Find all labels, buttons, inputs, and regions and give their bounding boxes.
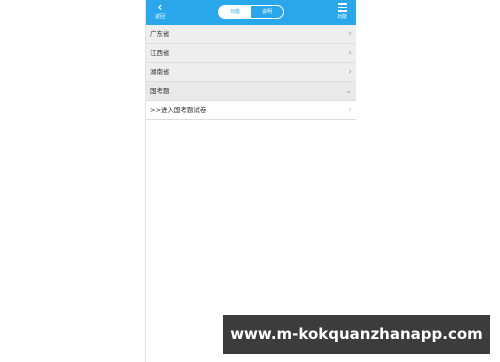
list-item-jiangxi[interactable]: 江西省 › — [146, 44, 356, 63]
list-item-national-exam[interactable]: 国考题 ⌄ — [146, 82, 356, 101]
list-item-label: 湖南省 — [150, 68, 170, 76]
chevron-right-icon: › — [348, 67, 352, 77]
chevron-down-icon: ⌄ — [345, 86, 352, 95]
list-item-label: 国考题 — [150, 87, 170, 95]
list-item-hunan[interactable]: 湖南省 › — [146, 63, 356, 82]
menu-label: 功能 — [336, 13, 347, 20]
watermark-banner: www.m-kokquanzhanapp.com — [223, 315, 490, 354]
chevron-right-icon: › — [348, 105, 352, 115]
hamburger-menu-icon — [337, 3, 347, 12]
list-item-label: 江西省 — [150, 49, 170, 57]
chevron-left-icon: ‹ — [157, 0, 163, 14]
category-list: 广东省 › 江西省 › 湖南省 › 国考题 ⌄ >>进入国考题试卷 › — [146, 25, 356, 120]
tab-instructions[interactable]: 说明 — [251, 6, 283, 18]
chevron-right-icon: › — [348, 29, 352, 39]
app-screen: ‹ 返回 功能 说明 功能 广东省 › 江西省 › 湖南省 › 国考题 ⌄ >>… — [145, 0, 356, 362]
top-bar: ‹ 返回 功能 说明 功能 — [146, 0, 356, 25]
back-button[interactable]: ‹ 返回 — [151, 1, 169, 23]
list-item-label: >>进入国考题试卷 — [150, 106, 207, 114]
list-item-label: 广东省 — [150, 30, 170, 38]
segmented-control: 功能 说明 — [218, 5, 284, 19]
tab-function[interactable]: 功能 — [219, 6, 251, 18]
enter-national-exam-link[interactable]: >>进入国考题试卷 › — [146, 101, 356, 120]
chevron-right-icon: › — [348, 48, 352, 58]
menu-button[interactable]: 功能 — [334, 1, 350, 23]
back-label: 返回 — [154, 14, 165, 20]
list-item-guangdong[interactable]: 广东省 › — [146, 25, 356, 44]
